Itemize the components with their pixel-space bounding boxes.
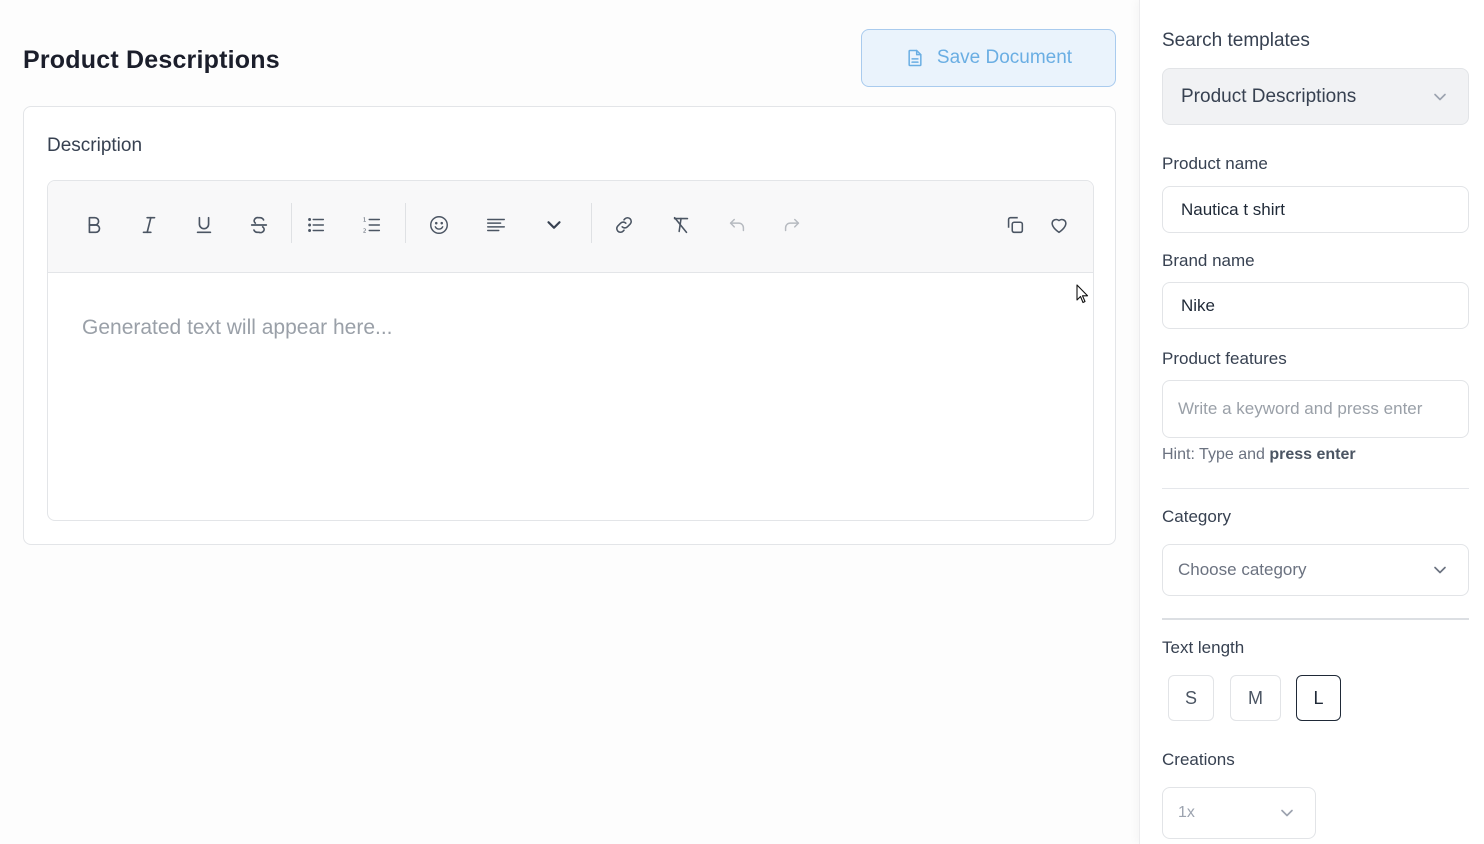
link-button[interactable]	[606, 207, 642, 243]
numbered-list-icon: 1 2	[363, 217, 381, 234]
template-select-value: Product Descriptions	[1181, 85, 1357, 107]
emoji-icon	[430, 216, 448, 234]
italic-button[interactable]	[131, 207, 167, 243]
rich-text-editor[interactable]: 1 2 Generated text will appear here...	[47, 180, 1094, 521]
bold-icon	[88, 216, 101, 234]
editor-toolbar: 1 2	[48, 181, 1093, 273]
size-l-button[interactable]: L	[1296, 675, 1341, 721]
category-select-placeholder: Choose category	[1178, 560, 1307, 579]
search-templates-label: Search templates	[1162, 30, 1310, 51]
creations-label: Creations	[1162, 750, 1235, 769]
italic-icon	[142, 216, 156, 234]
description-label: Description	[47, 135, 143, 156]
copy-button[interactable]	[997, 207, 1033, 243]
description-card: Description 1 2 Generated text will appe…	[23, 106, 1116, 545]
text-length-label: Text length	[1162, 638, 1245, 657]
template-select[interactable]: Product Descriptions	[1162, 68, 1469, 125]
strikethrough-button[interactable]	[241, 207, 277, 243]
chevron-down-icon	[1281, 809, 1293, 817]
size-m-button[interactable]: M	[1230, 675, 1281, 721]
save-document-button[interactable]: Save Document	[861, 29, 1116, 87]
creations-select-value: 1x	[1178, 804, 1195, 821]
undo-icon	[729, 218, 745, 232]
more-options-button[interactable]	[536, 207, 572, 243]
heart-icon	[1051, 218, 1067, 234]
category-label: Category	[1162, 507, 1231, 526]
bullet-list-icon	[308, 218, 325, 232]
template-settings-panel: Search templates Product Descriptions Pr…	[1139, 0, 1484, 844]
page-title: Product Descriptions	[23, 46, 280, 74]
divider	[1162, 488, 1469, 489]
svg-text:1: 1	[363, 217, 367, 223]
undo-button[interactable]	[719, 207, 755, 243]
toolbar-separator	[291, 203, 292, 243]
underline-button[interactable]	[186, 207, 222, 243]
strikethrough-icon	[250, 216, 268, 234]
bullet-list-button[interactable]	[298, 207, 334, 243]
chevron-down-icon	[1434, 93, 1446, 100]
numbered-list-button[interactable]: 1 2	[354, 207, 390, 243]
product-name-input[interactable]	[1162, 186, 1469, 233]
creations-select[interactable]: 1x	[1162, 787, 1316, 839]
toolbar-separator	[405, 203, 406, 243]
copy-icon	[1007, 216, 1024, 234]
redo-icon	[784, 218, 800, 232]
favorite-button[interactable]	[1041, 207, 1077, 243]
chevron-down-icon	[547, 221, 561, 229]
align-button[interactable]	[478, 207, 514, 243]
brand-name-input[interactable]	[1162, 282, 1469, 329]
chevron-down-icon	[1434, 566, 1446, 574]
align-icon	[487, 218, 505, 232]
mouse-cursor-icon	[1076, 284, 1089, 304]
save-document-label: Save Document	[936, 47, 1073, 68]
clear-format-button[interactable]	[663, 207, 699, 243]
features-hint: Hint: Type and press enter	[1162, 446, 1356, 464]
clear-format-icon	[673, 216, 689, 234]
product-features-input[interactable]	[1162, 380, 1469, 438]
link-icon	[616, 217, 632, 233]
underline-icon	[196, 216, 212, 234]
bold-button[interactable]	[76, 207, 112, 243]
category-select[interactable]: Choose category	[1162, 544, 1469, 596]
divider	[1162, 618, 1469, 620]
main-area: Product Descriptions Save Document Descr…	[0, 0, 1139, 844]
product-features-label: Product features	[1162, 349, 1287, 368]
document-icon	[908, 49, 922, 67]
svg-text:2: 2	[363, 228, 367, 234]
brand-name-label: Brand name	[1162, 251, 1255, 270]
toolbar-separator	[591, 203, 592, 243]
size-s-button[interactable]: S	[1168, 675, 1214, 721]
editor-placeholder: Generated text will appear here...	[82, 316, 393, 339]
hint-bold: press enter	[1269, 446, 1356, 463]
hint-prefix: Hint: Type and	[1162, 446, 1270, 463]
emoji-button[interactable]	[421, 207, 457, 243]
redo-button[interactable]	[774, 207, 810, 243]
product-name-label: Product name	[1162, 154, 1268, 173]
